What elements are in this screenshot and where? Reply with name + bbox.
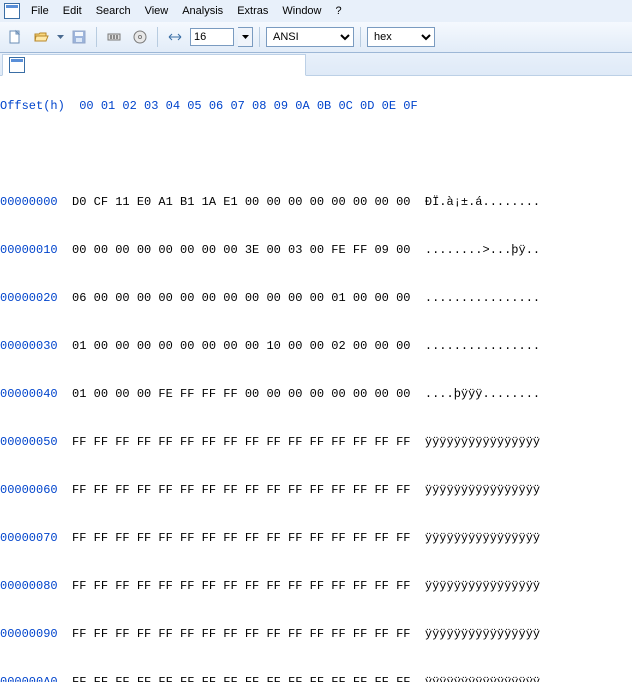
hex-offset: 00000000 — [0, 195, 58, 209]
bytes-per-row-input[interactable] — [190, 28, 234, 46]
file-icon — [9, 57, 25, 73]
hex-offset: 00000050 — [0, 435, 58, 449]
hex-ascii[interactable]: ÿÿÿÿÿÿÿÿÿÿÿÿÿÿÿÿ — [425, 435, 540, 449]
hex-ascii[interactable]: ÿÿÿÿÿÿÿÿÿÿÿÿÿÿÿÿ — [425, 531, 540, 545]
menu-search[interactable]: Search — [90, 4, 137, 18]
hex-ascii[interactable]: ....þÿÿÿ........ — [425, 387, 540, 401]
disk-icon — [132, 29, 148, 45]
hex-row[interactable]: 000000A0 FF FF FF FF FF FF FF FF FF FF F… — [0, 674, 632, 682]
hex-row[interactable]: 00000060 FF FF FF FF FF FF FF FF FF FF F… — [0, 482, 632, 498]
toolbar: ANSI hex — [0, 22, 632, 53]
hex-ascii[interactable]: ................ — [425, 291, 540, 305]
open-folder-icon — [33, 29, 49, 45]
hex-ascii[interactable]: ÿÿÿÿÿÿÿÿÿÿÿÿÿÿÿÿ — [425, 579, 540, 593]
save-button[interactable] — [68, 26, 90, 48]
toolbar-separator — [157, 27, 158, 47]
hex-blank-line — [0, 146, 632, 162]
hex-offset: 00000080 — [0, 579, 58, 593]
charset-select[interactable]: ANSI — [266, 27, 354, 47]
menu-help[interactable]: ? — [330, 4, 348, 18]
tab-strip — [0, 53, 632, 76]
toolbar-separator — [259, 27, 260, 47]
toolbar-separator — [360, 27, 361, 47]
hex-offset: 00000030 — [0, 339, 58, 353]
menu-analysis[interactable]: Analysis — [176, 4, 229, 18]
hex-ascii[interactable]: ÐÏ.à¡±.á........ — [425, 195, 540, 209]
hex-ascii[interactable]: ........>...þÿ.. — [425, 243, 540, 257]
hex-row[interactable]: 00000010 00 00 00 00 00 00 00 00 3E 00 0… — [0, 242, 632, 258]
hex-row[interactable]: 00000030 01 00 00 00 00 00 00 00 00 10 0… — [0, 338, 632, 354]
ram-icon — [106, 29, 122, 45]
open-disk-button[interactable] — [129, 26, 151, 48]
menu-window[interactable]: Window — [276, 4, 327, 18]
hex-ascii[interactable]: ................ — [425, 339, 540, 353]
menu-view[interactable]: View — [139, 4, 175, 18]
hex-bytes[interactable]: 01 00 00 00 00 00 00 00 00 10 00 00 02 0… — [72, 339, 410, 353]
new-button[interactable] — [4, 26, 26, 48]
open-button[interactable] — [30, 26, 52, 48]
hex-ascii[interactable]: ÿÿÿÿÿÿÿÿÿÿÿÿÿÿÿÿ — [425, 627, 540, 641]
hex-bytes[interactable]: FF FF FF FF FF FF FF FF FF FF FF FF FF F… — [72, 483, 410, 497]
hex-bytes[interactable]: FF FF FF FF FF FF FF FF FF FF FF FF FF F… — [72, 675, 410, 682]
hex-row[interactable]: 00000080 FF FF FF FF FF FF FF FF FF FF F… — [0, 578, 632, 594]
hex-bytes[interactable]: FF FF FF FF FF FF FF FF FF FF FF FF FF F… — [72, 579, 410, 593]
hex-bytes[interactable]: D0 CF 11 E0 A1 B1 1A E1 00 00 00 00 00 0… — [72, 195, 410, 209]
app-icon — [4, 3, 20, 19]
base-select[interactable]: hex — [367, 27, 435, 47]
hex-row[interactable]: 00000020 06 00 00 00 00 00 00 00 00 00 0… — [0, 290, 632, 306]
open-dropdown-icon[interactable] — [56, 35, 64, 39]
menu-bar: File Edit Search View Analysis Extras Wi… — [0, 0, 632, 22]
hex-bytes[interactable]: 00 00 00 00 00 00 00 00 3E 00 03 00 FE F… — [72, 243, 410, 257]
hex-bytes[interactable]: FF FF FF FF FF FF FF FF FF FF FF FF FF F… — [72, 627, 410, 641]
new-file-icon — [7, 29, 23, 45]
toolbar-separator — [96, 27, 97, 47]
hex-offset: 00000010 — [0, 243, 58, 257]
bytes-per-row-dropdown-icon[interactable] — [238, 27, 253, 47]
hex-offset: 00000040 — [0, 387, 58, 401]
hex-bytes[interactable]: FF FF FF FF FF FF FF FF FF FF FF FF FF F… — [72, 531, 410, 545]
hex-row[interactable]: 00000040 01 00 00 00 FE FF FF FF 00 00 0… — [0, 386, 632, 402]
hex-bytes[interactable]: FF FF FF FF FF FF FF FF FF FF FF FF FF F… — [72, 435, 410, 449]
hex-offset: 000000A0 — [0, 675, 58, 682]
menu-file[interactable]: File — [25, 4, 55, 18]
open-ram-button[interactable] — [103, 26, 125, 48]
hex-row[interactable]: 00000050 FF FF FF FF FF FF FF FF FF FF F… — [0, 434, 632, 450]
hex-offset: 00000070 — [0, 531, 58, 545]
hex-bytes[interactable]: 01 00 00 00 FE FF FF FF 00 00 00 00 00 0… — [72, 387, 410, 401]
hex-view[interactable]: Offset(h) 00 01 02 03 04 05 06 07 08 09 … — [0, 76, 632, 682]
menu-extras[interactable]: Extras — [231, 4, 274, 18]
width-icon — [167, 29, 183, 45]
hex-header: Offset(h) 00 01 02 03 04 05 06 07 08 09 … — [0, 98, 632, 114]
menu-edit[interactable]: Edit — [57, 4, 88, 18]
hex-row[interactable]: 00000000 D0 CF 11 E0 A1 B1 1A E1 00 00 0… — [0, 194, 632, 210]
hex-ascii[interactable]: ÿÿÿÿÿÿÿÿÿÿÿÿÿÿÿÿ — [425, 483, 540, 497]
bytes-per-row-button[interactable] — [164, 26, 186, 48]
hex-offset: 00000060 — [0, 483, 58, 497]
hex-row[interactable]: 00000090 FF FF FF FF FF FF FF FF FF FF F… — [0, 626, 632, 642]
hex-bytes[interactable]: 06 00 00 00 00 00 00 00 00 00 00 00 01 0… — [72, 291, 410, 305]
hex-row[interactable]: 00000070 FF FF FF FF FF FF FF FF FF FF F… — [0, 530, 632, 546]
file-tab[interactable] — [2, 54, 306, 76]
hex-offset: 00000090 — [0, 627, 58, 641]
hex-offset: 00000020 — [0, 291, 58, 305]
hex-ascii[interactable]: ÿÿÿÿÿÿÿÿÿÿÿÿÿÿÿÿ — [425, 675, 540, 682]
save-icon — [71, 29, 87, 45]
